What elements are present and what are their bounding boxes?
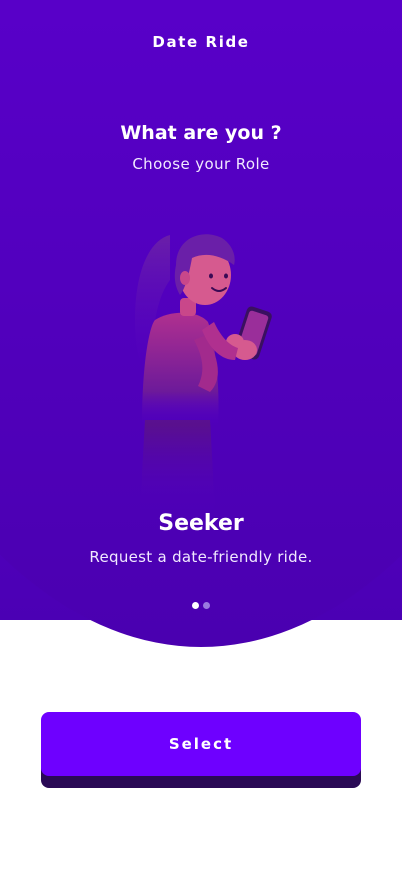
page-dot-inactive[interactable] xyxy=(203,602,210,609)
woman-with-phone-illustration xyxy=(110,210,290,510)
role-name: Seeker xyxy=(158,511,244,536)
role-description: Request a date-friendly ride. xyxy=(89,548,313,566)
choose-role-subtitle: Choose your Role xyxy=(132,155,270,173)
select-button-container: Select xyxy=(41,712,361,788)
app-title: Date Ride xyxy=(152,33,250,51)
carousel-page-indicator[interactable] xyxy=(0,602,402,609)
select-button[interactable]: Select xyxy=(41,712,361,776)
role-selection-screen: Date Ride What are you ? Choose your Rol… xyxy=(0,0,402,874)
question-heading: What are you ? xyxy=(120,122,282,144)
page-dot-active[interactable] xyxy=(192,602,199,609)
